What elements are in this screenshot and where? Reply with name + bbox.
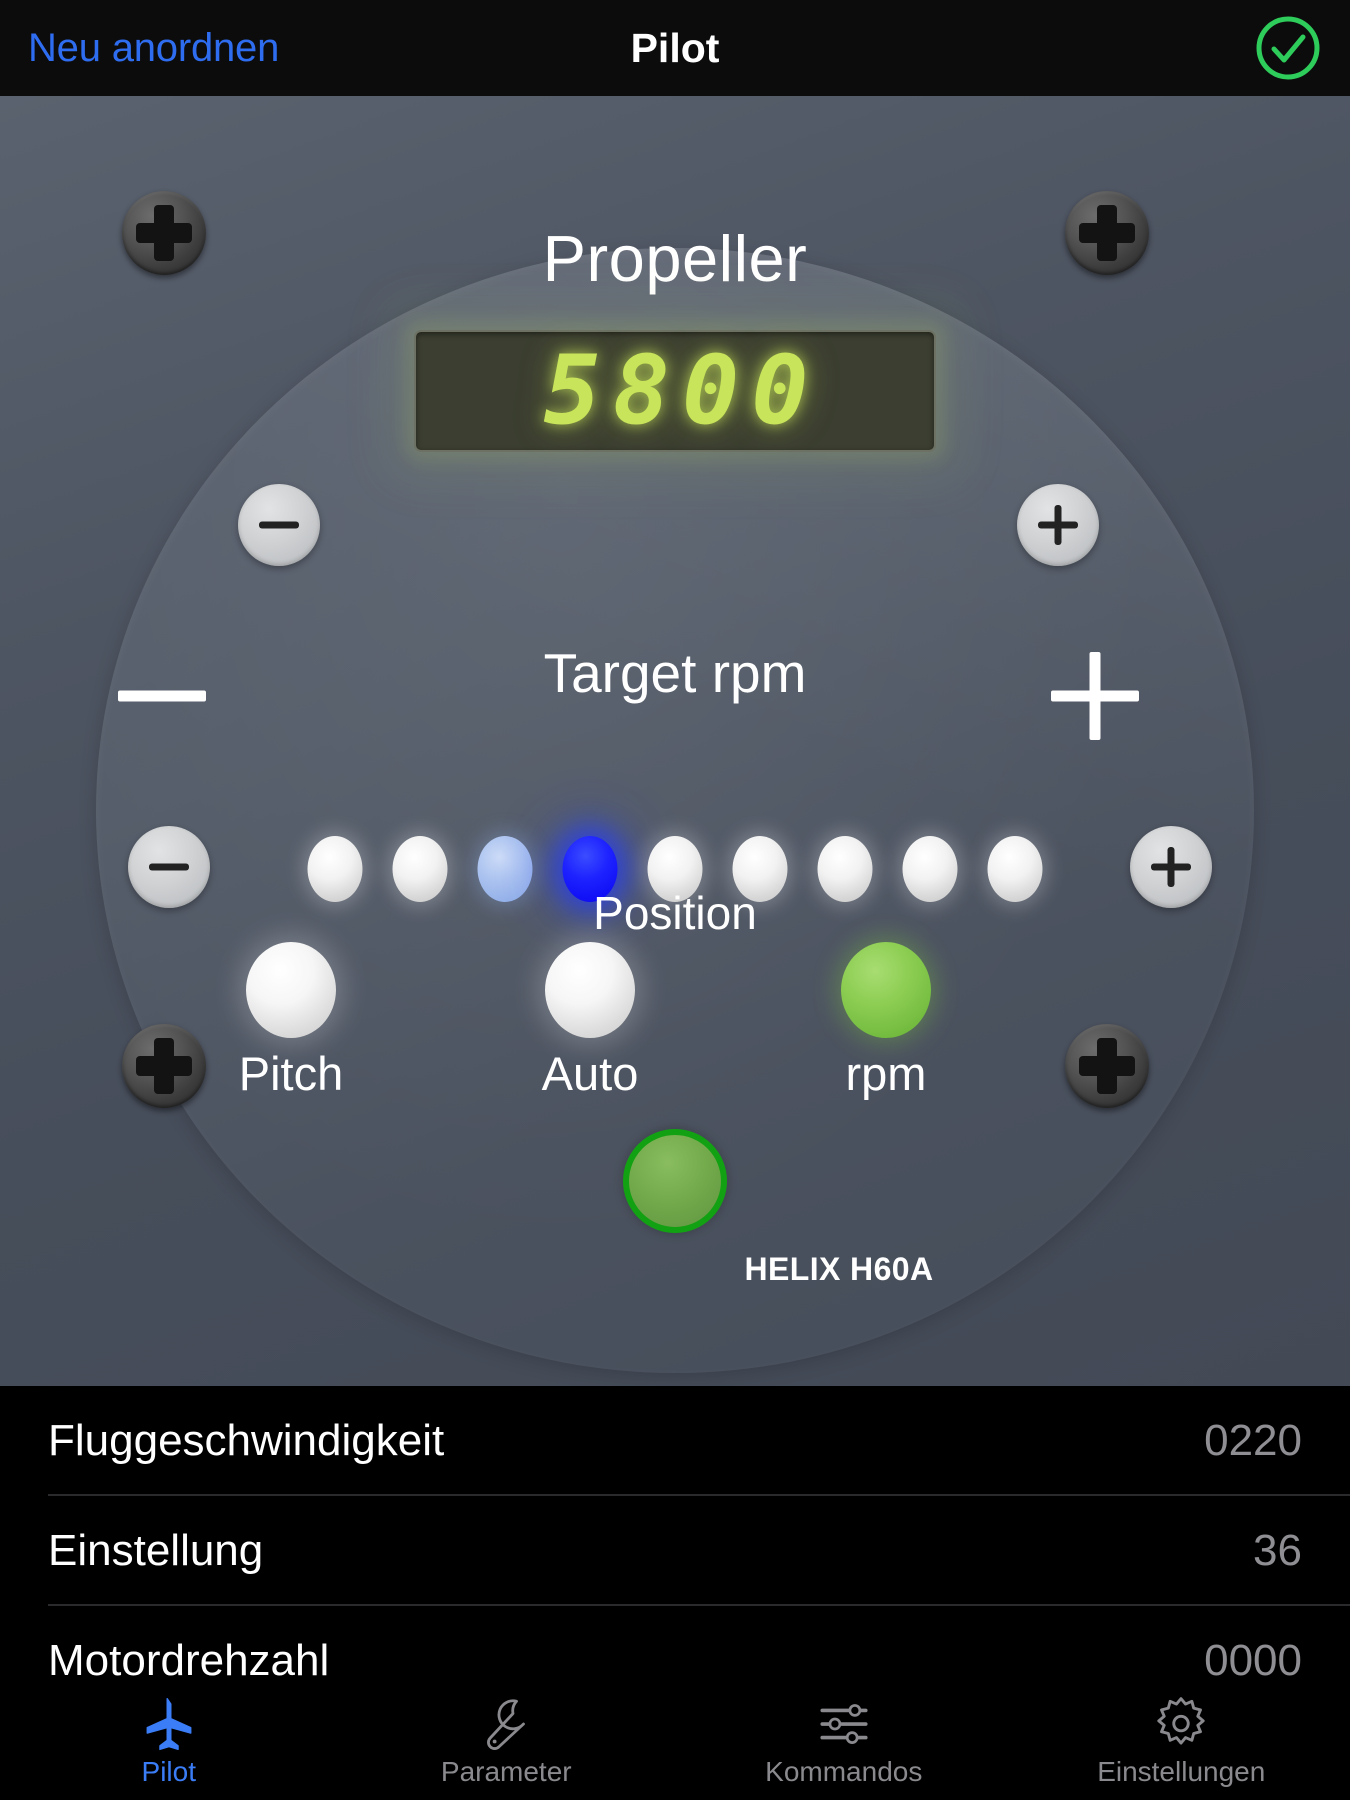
tab-parameter[interactable]: Parameter — [338, 1694, 676, 1788]
tab-pilot[interactable]: Pilot — [0, 1694, 338, 1788]
app-root: Neu anordnen Pilot Propeller 5800 Target… — [0, 0, 1350, 1800]
tab-einstellungen[interactable]: Einstellungen — [1013, 1694, 1350, 1788]
mode-auto-label: Auto — [541, 1047, 639, 1100]
target-rpm-label: Target rpm — [543, 642, 807, 704]
tab-pilot-label: Pilot — [141, 1756, 196, 1787]
mode-rpm-label: rpm — [845, 1047, 927, 1100]
mode-auto[interactable]: Auto — [490, 942, 690, 1101]
tab-kommandos-label: Kommandos — [765, 1756, 923, 1787]
auto-lamp-icon[interactable] — [545, 942, 635, 1038]
rpm-display-value: 5800 — [543, 336, 821, 446]
start-button[interactable] — [623, 1129, 727, 1233]
row-value: 0220 — [1204, 1416, 1302, 1465]
minus-icon — [149, 863, 189, 871]
rearrange-button[interactable]: Neu anordnen — [28, 26, 279, 71]
rpm-lamp-icon[interactable] — [841, 942, 931, 1038]
mode-pitch[interactable]: Pitch — [191, 942, 391, 1101]
minus-icon — [259, 521, 299, 529]
mode-indicator-row: Pitch Auto rpm — [0, 942, 1350, 1100]
telemetry-list: Fluggeschwindigkeit 0220 Einstellung 36 … — [0, 1386, 1350, 1688]
row-label: Einstellung — [48, 1526, 264, 1575]
sliders-icon — [675, 1694, 1013, 1754]
tab-parameter-label: Parameter — [440, 1756, 572, 1787]
navigation-bar: Neu anordnen Pilot — [0, 0, 1350, 96]
check-circle-icon[interactable] — [1254, 14, 1322, 82]
tab-einstellungen-label: Einstellungen — [1097, 1756, 1266, 1787]
tab-bar: Pilot Parameter Kommandos Einstellungen — [0, 1688, 1350, 1800]
table-row[interactable]: Fluggeschwindigkeit 0220 — [0, 1386, 1350, 1494]
model-label: HELIX H60A — [744, 1251, 934, 1287]
row-label: Fluggeschwindigkeit — [48, 1416, 445, 1465]
mode-pitch-label: Pitch — [238, 1047, 344, 1100]
mode-rpm[interactable]: rpm — [786, 942, 986, 1101]
row-value: 0000 — [1204, 1636, 1302, 1685]
propeller-title: Propeller — [542, 222, 808, 295]
rpm-display: 5800 — [414, 330, 936, 452]
table-row[interactable]: Einstellung 36 — [0, 1496, 1350, 1604]
position-label: Position — [593, 887, 757, 939]
rpm-decrement-button[interactable] — [238, 484, 320, 566]
wrench-icon — [338, 1694, 676, 1754]
airplane-icon — [0, 1694, 338, 1754]
plus-icon-vertical — [1167, 847, 1175, 887]
row-label: Motordrehzahl — [48, 1636, 330, 1685]
tab-kommandos[interactable]: Kommandos — [675, 1694, 1013, 1788]
plus-icon-vertical — [1054, 505, 1062, 545]
rpm-increment-button[interactable] — [1017, 484, 1099, 566]
row-value: 36 — [1253, 1526, 1302, 1575]
gear-icon — [1013, 1694, 1350, 1754]
instrument-panel: Propeller 5800 Target rpm Position Pitch… — [0, 96, 1350, 1386]
pitch-lamp-icon[interactable] — [246, 942, 336, 1038]
